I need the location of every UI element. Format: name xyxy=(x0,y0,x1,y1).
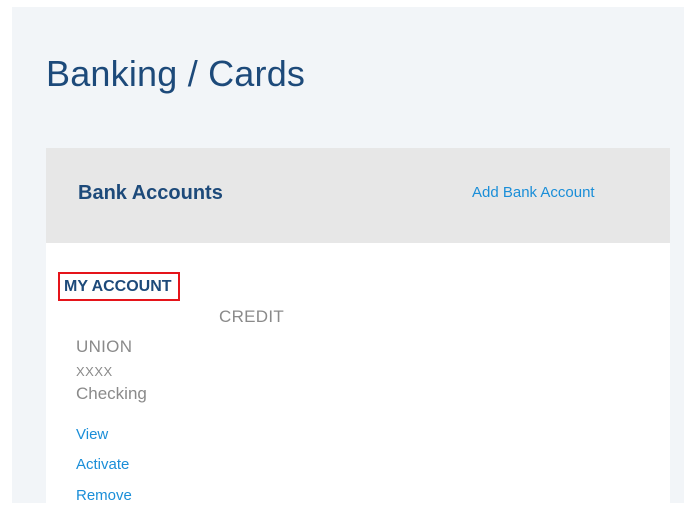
remove-account-link[interactable]: Remove xyxy=(76,487,132,504)
view-account-link[interactable]: View xyxy=(76,426,108,443)
bank-name: UNION xyxy=(76,337,133,356)
account-type: CREDIT xyxy=(219,307,285,326)
activate-account-link[interactable]: Activate xyxy=(76,456,129,473)
bank-accounts-card: Bank Accounts Add Bank Account MY ACCOUN… xyxy=(46,148,670,510)
account-name: MY ACCOUNT xyxy=(64,277,172,295)
account-kind: Checking xyxy=(76,384,147,403)
account-name-highlight: MY ACCOUNT xyxy=(58,272,180,301)
account-number-mask: XXXX xyxy=(76,364,113,379)
page-panel: Banking / Cards Bank Accounts Add Bank A… xyxy=(12,7,684,510)
add-bank-account-link[interactable]: Add Bank Account xyxy=(472,184,595,201)
bank-accounts-header: Bank Accounts Add Bank Account xyxy=(46,148,670,243)
page-title: Banking / Cards xyxy=(46,53,306,94)
bank-accounts-title: Bank Accounts xyxy=(78,182,223,204)
